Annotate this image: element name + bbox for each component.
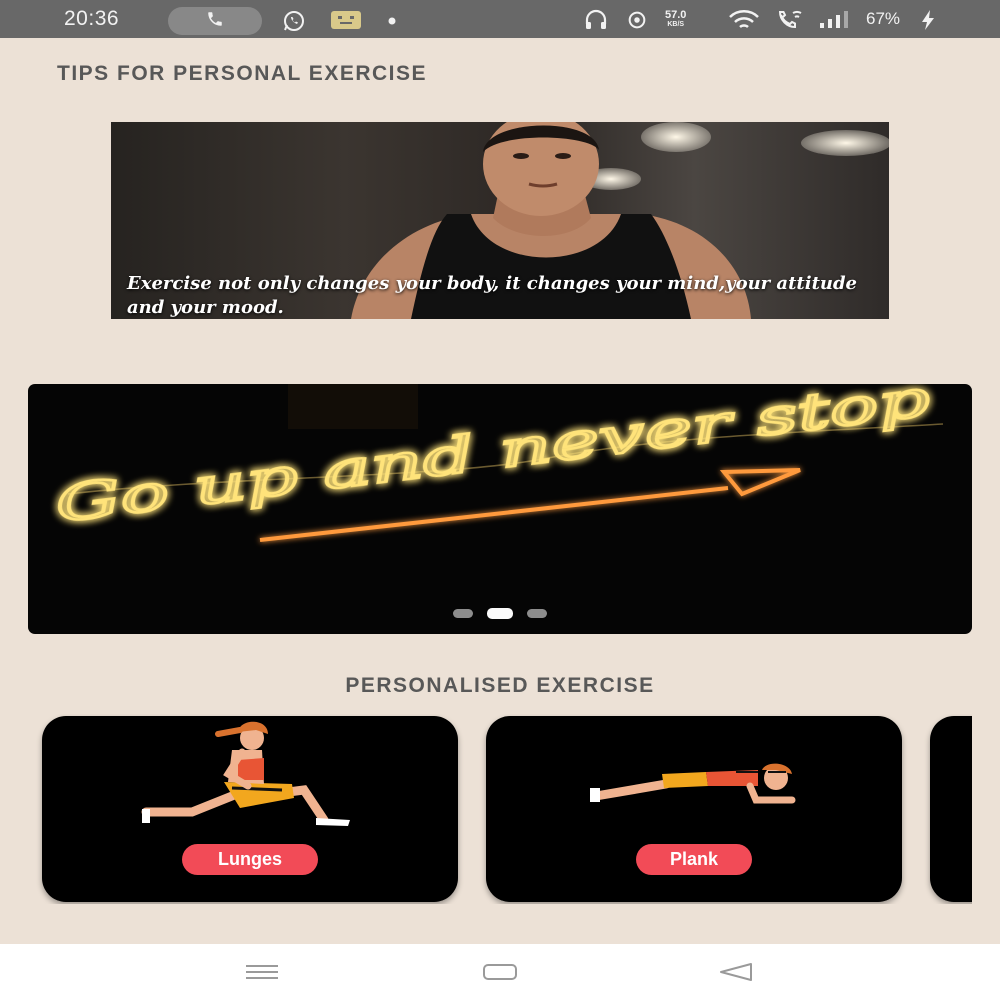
network-speed: 57.0 KB/S bbox=[665, 9, 687, 29]
exercise-card-lunges[interactable]: Lunges bbox=[42, 716, 458, 902]
exercise-card-plank[interactable]: Plank bbox=[486, 716, 902, 902]
ongoing-call-pill[interactable] bbox=[168, 7, 262, 35]
motivation-carousel[interactable]: Go up and never stop bbox=[28, 384, 972, 634]
charging-icon bbox=[920, 9, 936, 31]
neon-slide-text: Go up and never stop bbox=[52, 384, 933, 534]
tips-section-title: TIPS FOR PERSONAL EXERCISE bbox=[57, 62, 428, 85]
notification-app-icon bbox=[330, 9, 362, 31]
wifi-icon bbox=[727, 9, 761, 31]
status-time: 20:36 bbox=[64, 7, 120, 30]
headset-icon bbox=[584, 9, 608, 31]
signal-icon bbox=[818, 9, 858, 29]
exercise-label-plank: Plank bbox=[636, 844, 752, 875]
back-icon[interactable] bbox=[716, 960, 756, 984]
carousel-dot[interactable] bbox=[453, 609, 473, 618]
menu-icon[interactable] bbox=[242, 960, 282, 984]
carousel-indicator bbox=[28, 608, 972, 619]
navigation-bar bbox=[0, 944, 1000, 1000]
neon-slide-image: Go up and never stop bbox=[51, 384, 944, 542]
carousel-dot[interactable] bbox=[527, 609, 547, 618]
tips-hero-image: Exercise not only changes your body, it … bbox=[111, 122, 889, 319]
dot-icon bbox=[388, 17, 396, 25]
battery-percentage: 67% bbox=[866, 9, 901, 28]
exercise-card-next[interactable] bbox=[930, 716, 972, 902]
wifi-calling-icon bbox=[776, 9, 804, 31]
home-icon[interactable] bbox=[480, 960, 520, 984]
status-bar: 20:36 57.0 KB/S 67% bbox=[0, 0, 1000, 38]
phone-icon bbox=[206, 10, 224, 32]
plank-figure-icon bbox=[590, 763, 796, 804]
location-icon bbox=[626, 9, 648, 31]
motivational-quote: Exercise not only changes your body, it … bbox=[127, 273, 858, 318]
personalised-section-title: PERSONALISED EXERCISE bbox=[345, 674, 655, 697]
exercise-card-list[interactable]: Lunges Plank bbox=[0, 714, 972, 904]
exercise-label-lunges: Lunges bbox=[182, 844, 318, 875]
lunges-figure-icon bbox=[141, 721, 350, 826]
whatsapp-icon bbox=[282, 9, 306, 33]
carousel-dot[interactable] bbox=[487, 608, 513, 619]
